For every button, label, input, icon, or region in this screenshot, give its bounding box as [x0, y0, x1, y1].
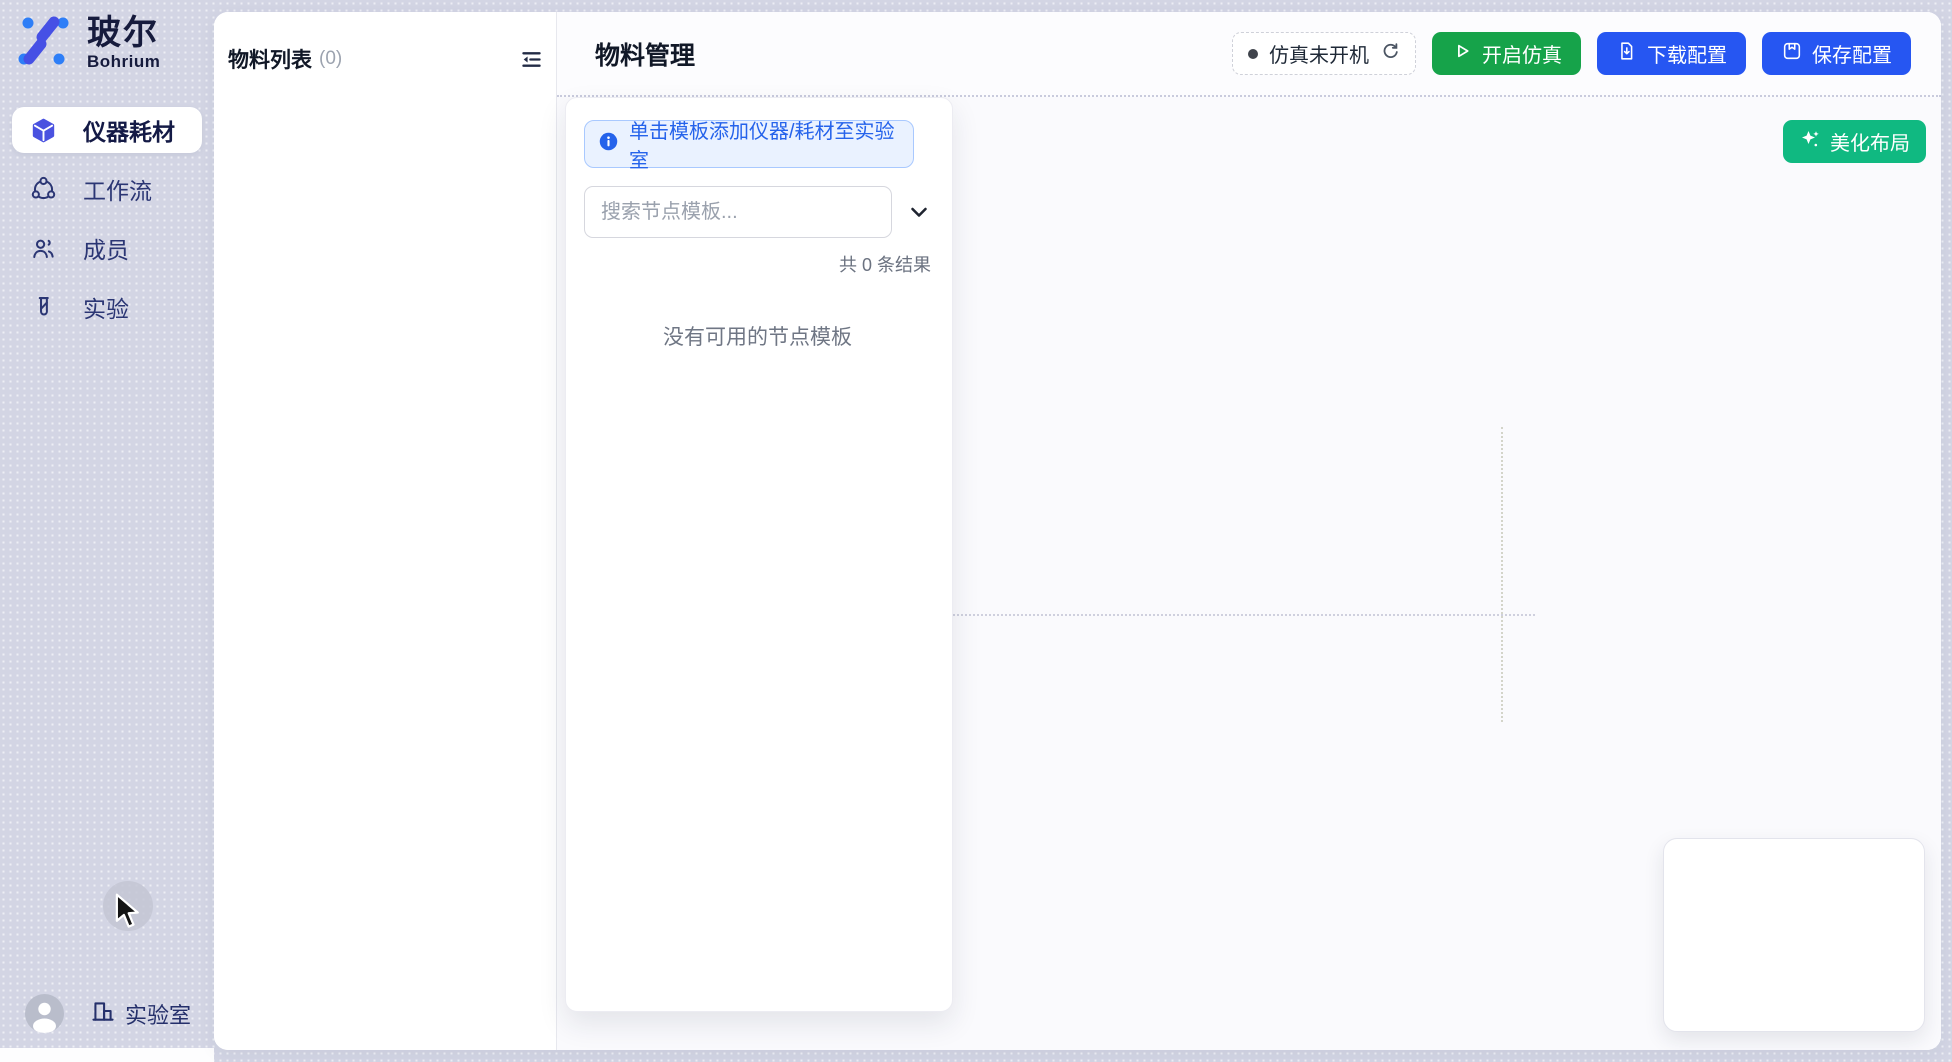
- play-icon: [1451, 40, 1473, 68]
- experiment-icon: [30, 294, 57, 321]
- sidebar-item-instruments[interactable]: 仪器耗材: [12, 107, 202, 153]
- lab-label: 实验室: [125, 998, 191, 1030]
- download-config-button[interactable]: 下载配置: [1597, 32, 1746, 75]
- sidebar-item-experiments[interactable]: 实验: [12, 284, 202, 330]
- page-title: 物料管理: [595, 36, 695, 72]
- sparkles-icon: [1799, 128, 1821, 156]
- sidebar-item-label: 仪器耗材: [83, 113, 175, 147]
- materials-panel-title: 物料列表: [228, 44, 312, 74]
- simulation-status-pill[interactable]: 仿真未开机: [1232, 32, 1416, 75]
- lab-building-icon: [90, 998, 116, 1030]
- bohrium-logo-icon: [17, 15, 69, 72]
- sidebar-nav: 仪器耗材 工作流 成员: [12, 107, 202, 343]
- content-card: 物料列表 (0) 物料管理 仿真未开机: [214, 12, 1941, 1050]
- sidebar-item-label: 工作流: [83, 172, 152, 206]
- chevron-down-icon[interactable]: [907, 200, 931, 224]
- members-icon: [30, 235, 57, 262]
- main-area: 物料管理 仿真未开机: [557, 12, 1941, 1050]
- materials-panel: 物料列表 (0): [214, 12, 557, 1050]
- sidebar-item-label: 实验: [83, 290, 129, 324]
- mouse-cursor: [113, 893, 143, 929]
- brand-subtitle: Bohrium: [87, 52, 160, 72]
- brand-name: 玻尔: [87, 15, 160, 51]
- template-tip-text: 单击模板添加仪器/耗材至实验室: [629, 115, 900, 173]
- sidebar-item-members[interactable]: 成员: [12, 225, 202, 271]
- empty-template-message: 没有可用的节点模板: [584, 321, 931, 351]
- sidebar-item-workflow[interactable]: 工作流: [12, 166, 202, 212]
- brand: 玻尔 Bohrium: [17, 15, 160, 72]
- lab-switcher[interactable]: 实验室: [90, 998, 191, 1030]
- cube-icon: [30, 117, 57, 144]
- status-label: 仿真未开机: [1269, 39, 1369, 68]
- save-icon: [1781, 40, 1803, 68]
- beautify-layout-button[interactable]: 美化布局: [1783, 120, 1926, 163]
- download-file-icon: [1616, 40, 1638, 68]
- template-tip-banner[interactable]: 单击模板添加仪器/耗材至实验室: [584, 120, 914, 168]
- lab-canvas[interactable]: 单击模板添加仪器/耗材至实验室 共 0 条结果 没有可用的节点模板: [557, 97, 1941, 1050]
- collapse-panel-icon[interactable]: [518, 46, 544, 72]
- sidebar-item-label: 成员: [83, 231, 129, 265]
- canvas-guide-vertical: [1501, 427, 1503, 722]
- workflow-icon: [30, 176, 57, 203]
- main-header: 物料管理 仿真未开机: [557, 12, 1941, 97]
- user-avatar[interactable]: [25, 994, 64, 1033]
- page: { "brand": { "name": "玻尔", "sub": "Bohri…: [0, 0, 1952, 1062]
- canvas-minimap[interactable]: [1663, 838, 1925, 1032]
- start-simulation-button[interactable]: 开启仿真: [1432, 32, 1581, 75]
- bottom-left-strip: [0, 1048, 214, 1062]
- search-template-input[interactable]: [584, 186, 892, 238]
- save-config-button[interactable]: 保存配置: [1762, 32, 1911, 75]
- canvas-guide-horizontal: [953, 614, 1535, 616]
- refresh-icon[interactable]: [1380, 41, 1400, 66]
- status-dot: [1248, 49, 1258, 59]
- header-actions: 仿真未开机 开启仿真: [1232, 32, 1911, 75]
- info-icon: [598, 131, 619, 158]
- sidebar: 玻尔 Bohrium 仪器耗材 工作流: [0, 0, 214, 1062]
- results-count: 共 0 条结果: [584, 251, 931, 277]
- node-template-panel: 单击模板添加仪器/耗材至实验室 共 0 条结果 没有可用的节点模板: [565, 97, 953, 1012]
- materials-count: (0): [319, 48, 342, 70]
